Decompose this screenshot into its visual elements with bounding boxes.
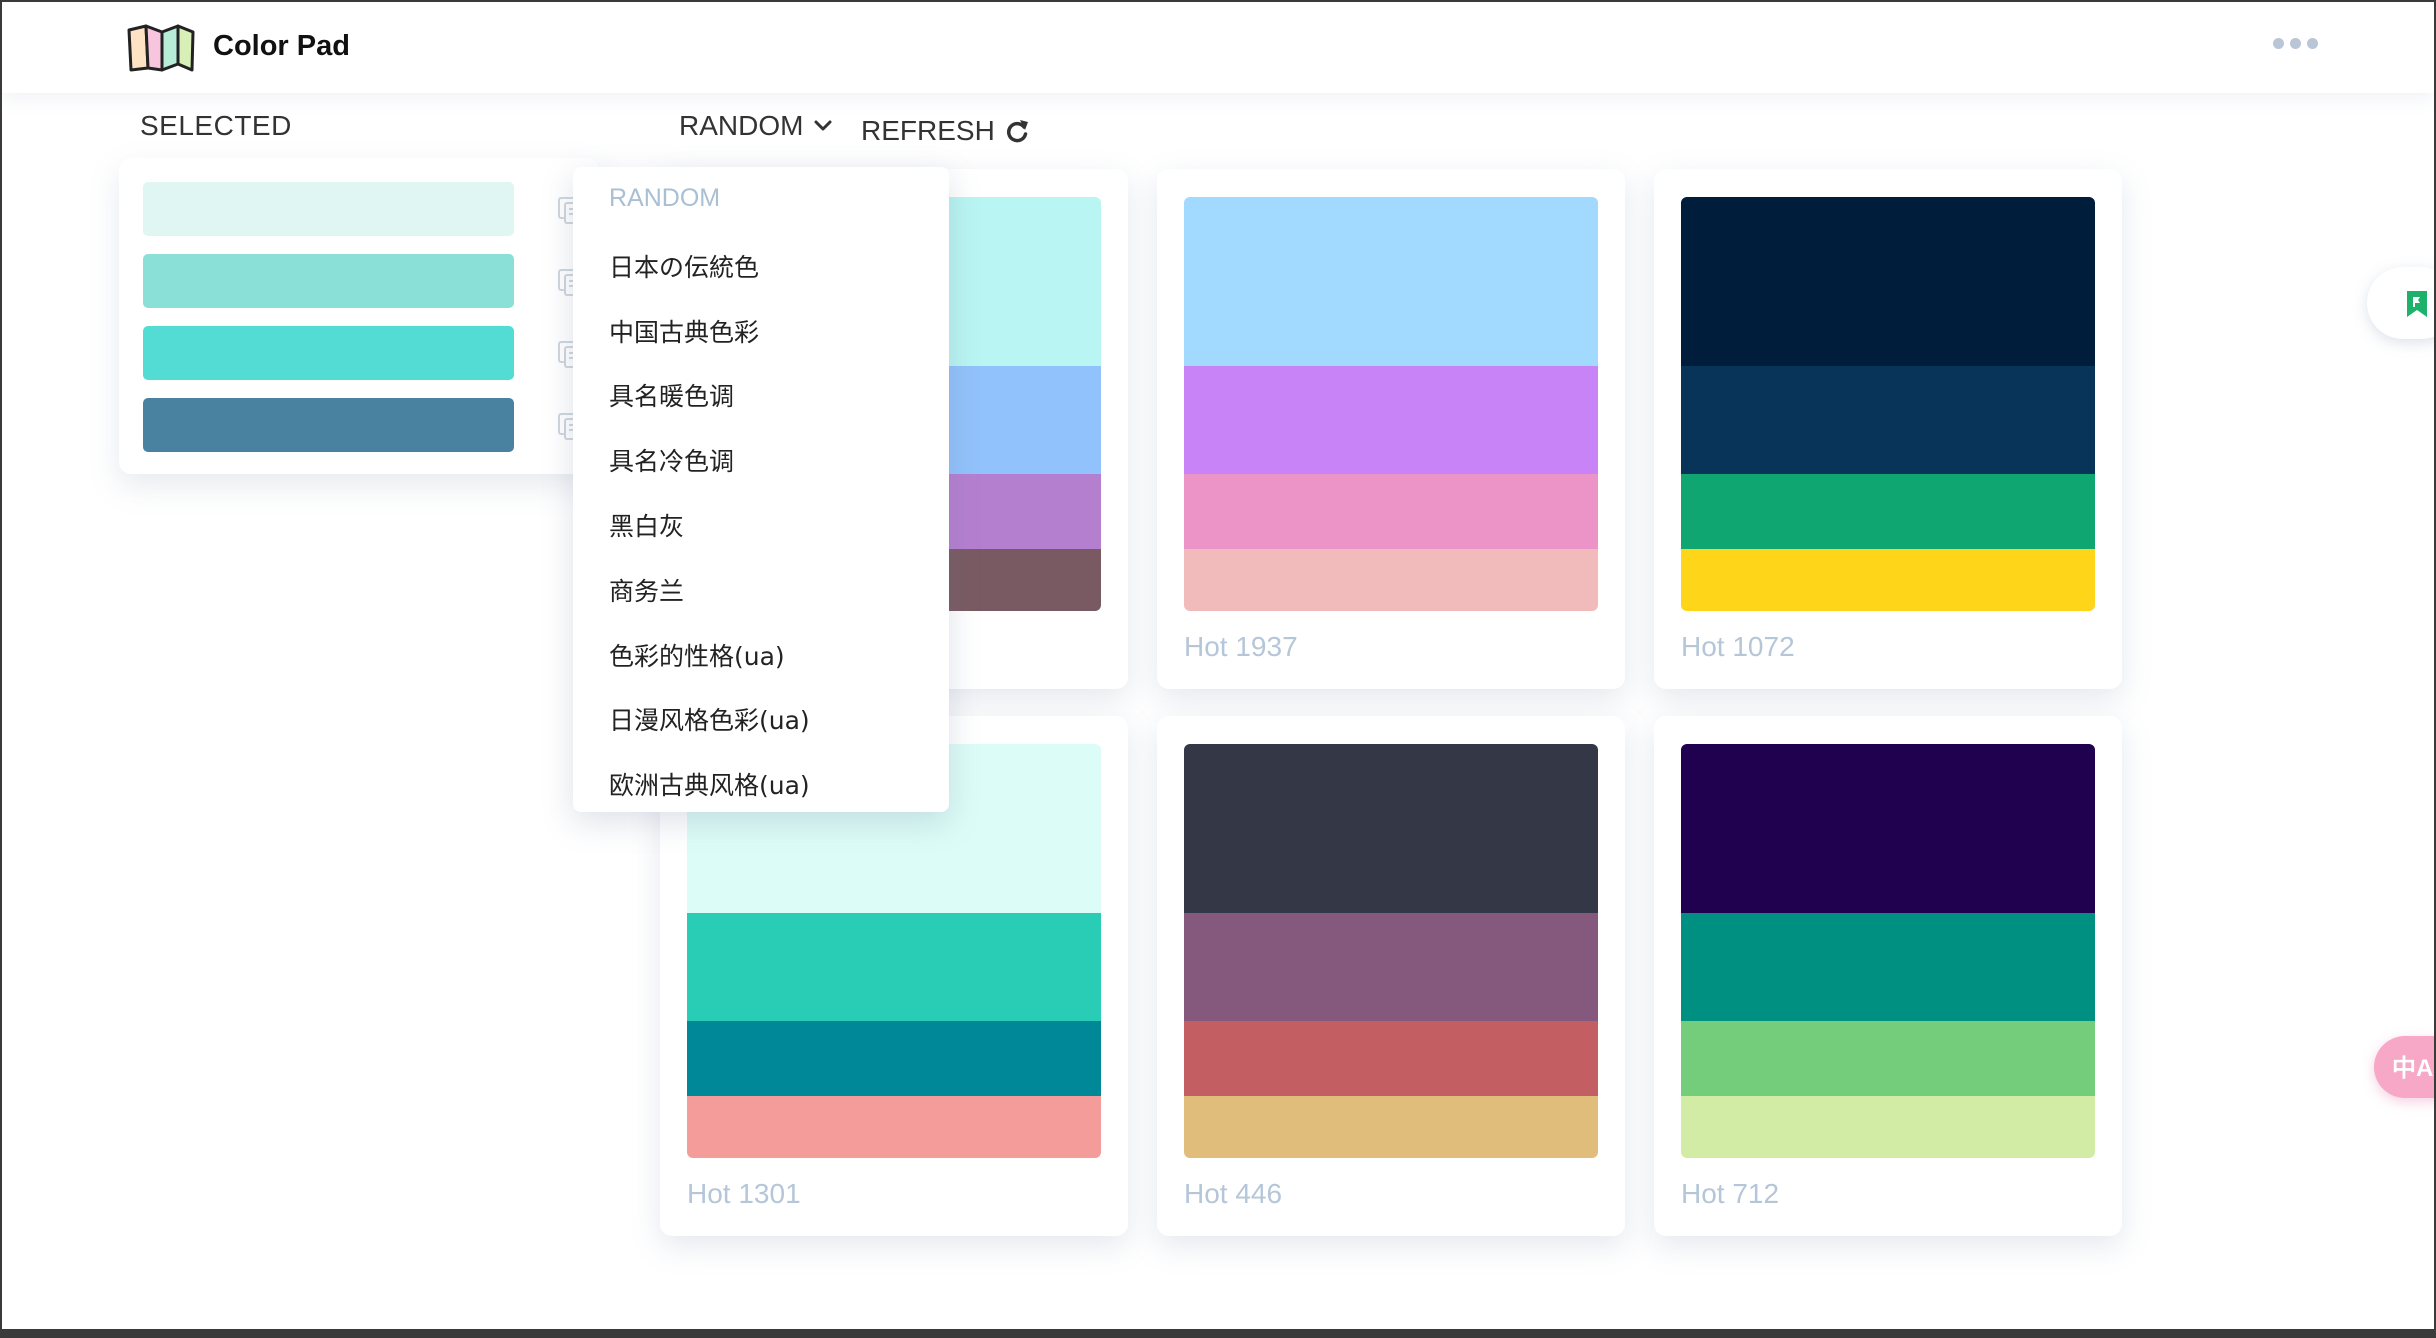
dropdown-item[interactable]: 日漫风格色彩(ua) bbox=[609, 701, 810, 737]
dropdown-item[interactable]: 中国古典色彩 bbox=[609, 313, 759, 349]
dropdown-item[interactable]: 色彩的性格(ua) bbox=[609, 637, 785, 673]
palette-band[interactable] bbox=[1681, 474, 2095, 549]
random-label: RANDOM bbox=[679, 110, 804, 141]
palette-band[interactable] bbox=[1184, 1096, 1598, 1158]
palette-band[interactable] bbox=[1681, 913, 2095, 1021]
translate-icon: 中A bbox=[2392, 1055, 2434, 1082]
palette-card[interactable]: Hot 446 bbox=[1157, 716, 1625, 1236]
palette-label: Hot 712 bbox=[1681, 1178, 1780, 1209]
dropdown-item[interactable]: 具名暖色调 bbox=[609, 377, 734, 413]
selected-color-row bbox=[143, 326, 582, 380]
more-menu-icon[interactable] bbox=[2273, 38, 2318, 49]
refresh-label: REFRESH bbox=[861, 115, 995, 146]
chevron-down-icon bbox=[814, 120, 832, 131]
palette-band[interactable] bbox=[1681, 1096, 2095, 1158]
refresh-icon bbox=[1006, 120, 1028, 143]
palette-band[interactable] bbox=[1184, 1021, 1598, 1096]
bookmark-icon bbox=[2407, 291, 2427, 317]
dropdown-item[interactable]: 黑白灰 bbox=[609, 507, 684, 543]
palette-band[interactable] bbox=[1681, 549, 2095, 611]
palette-swatches[interactable] bbox=[1184, 744, 1598, 1158]
palette-band[interactable] bbox=[687, 913, 1101, 1021]
palette-band[interactable] bbox=[1184, 366, 1598, 474]
refresh-button[interactable]: REFRESH bbox=[861, 115, 1029, 147]
palette-label: Hot 1072 bbox=[1681, 631, 1795, 662]
palette-label: Hot 446 bbox=[1184, 1178, 1283, 1209]
selected-title: SELECTED bbox=[140, 110, 292, 141]
palette-band[interactable] bbox=[1681, 744, 2095, 913]
selected-swatch[interactable] bbox=[143, 254, 514, 308]
dropdown-item-random[interactable]: RANDOM bbox=[609, 184, 720, 213]
palette-swatches[interactable] bbox=[1184, 197, 1598, 611]
palette-band[interactable] bbox=[1184, 744, 1598, 913]
palette-swatches[interactable] bbox=[1681, 744, 2095, 1158]
book-palette-icon[interactable] bbox=[126, 24, 196, 72]
palette-card[interactable]: Hot 712 bbox=[1654, 716, 2122, 1236]
dot bbox=[2290, 38, 2301, 49]
selected-color-row bbox=[143, 182, 582, 236]
palette-band[interactable] bbox=[1681, 366, 2095, 474]
app-title: Color Pad bbox=[213, 30, 350, 62]
palette-swatches[interactable] bbox=[1681, 197, 2095, 611]
palette-card[interactable]: Hot 1937 bbox=[1157, 169, 1625, 689]
palette-band[interactable] bbox=[1184, 549, 1598, 611]
selected-color-row bbox=[143, 398, 582, 452]
selected-swatch[interactable] bbox=[143, 182, 514, 236]
bookmark-button[interactable] bbox=[2367, 267, 2434, 339]
dot bbox=[2273, 38, 2284, 49]
selected-panel bbox=[119, 158, 599, 474]
palette-label: Hot 1301 bbox=[687, 1178, 801, 1209]
dot bbox=[2307, 38, 2318, 49]
selected-color-row bbox=[143, 254, 582, 308]
palette-card[interactable]: Hot 1072 bbox=[1654, 169, 2122, 689]
palette-band[interactable] bbox=[1681, 197, 2095, 366]
selected-swatch[interactable] bbox=[143, 326, 514, 380]
palette-label: Hot 1937 bbox=[1184, 631, 1298, 662]
palette-band[interactable] bbox=[1184, 474, 1598, 549]
palette-band[interactable] bbox=[1184, 197, 1598, 366]
dropdown-item[interactable]: 具名冷色调 bbox=[609, 442, 734, 478]
dropdown-item[interactable]: 商务兰 bbox=[609, 572, 684, 608]
category-dropdown-menu: RANDOM 日本の伝統色 中国古典色彩 具名暖色调 具名冷色调 黑白灰 商务兰… bbox=[573, 167, 949, 812]
dropdown-item[interactable]: 日本の伝統色 bbox=[609, 248, 759, 284]
palette-band[interactable] bbox=[1184, 913, 1598, 1021]
palette-band[interactable] bbox=[1681, 1021, 2095, 1096]
dropdown-item[interactable]: 欧洲古典风格(ua) bbox=[609, 766, 810, 802]
app-window: Color Pad SELECTED RANDOM REFRESH Hot 19… bbox=[0, 0, 2436, 1338]
header: Color Pad bbox=[2, 2, 2434, 93]
selected-swatch[interactable] bbox=[143, 398, 514, 452]
translate-button[interactable]: 中A bbox=[2374, 1036, 2434, 1098]
palette-band[interactable] bbox=[687, 1096, 1101, 1158]
palette-band[interactable] bbox=[687, 1021, 1101, 1096]
random-dropdown-toggle[interactable]: RANDOM bbox=[679, 110, 833, 142]
